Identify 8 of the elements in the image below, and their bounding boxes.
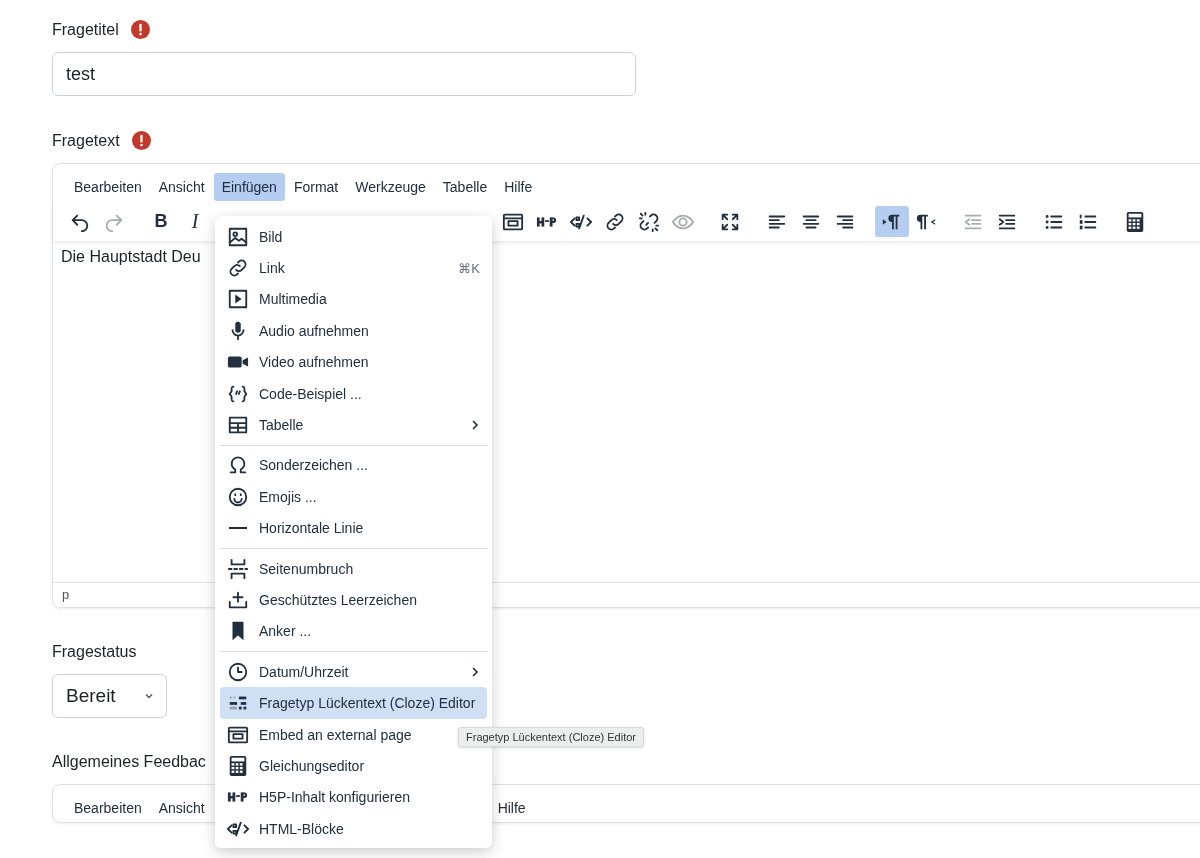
field-label: Fragetext (52, 131, 120, 150)
editor-text: Die Hauptstadt Deu (61, 248, 201, 265)
shortcut-text: ⌘K (458, 260, 480, 276)
field-label: Fragestatus (52, 643, 137, 661)
element-path: p (62, 587, 70, 602)
field-label: Fragetitel (52, 20, 119, 39)
tooltip: Fragetyp Lückentext (Cloze) Editor (458, 727, 644, 747)
field-label: Allgemeines Feedbac (52, 753, 206, 771)
